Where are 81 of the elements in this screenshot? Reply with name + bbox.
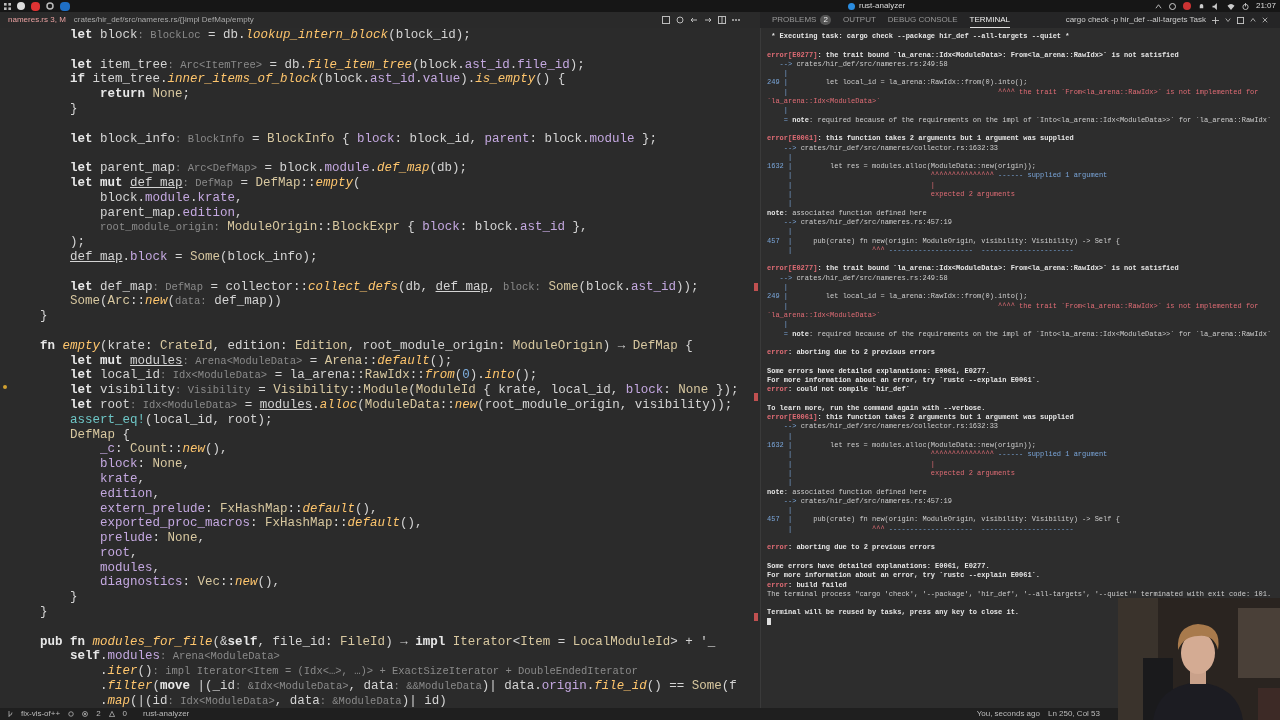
count-badge: 2: [820, 15, 831, 25]
code-line: Some(Arc::new(data: def_map)): [69, 294, 282, 310]
record-icon[interactable]: [1182, 2, 1191, 10]
code-line: krate,: [99, 471, 146, 487]
code-line: let block: BlockLoc = db.lookup_intern_block(block_id);: [69, 28, 471, 43]
window-title: rust-analyzer: [859, 2, 906, 10]
code-line: let root: Idx<ModuleData> = modules.alloc(ModuleData::new(root_module_origin, visibility));: [69, 397, 733, 413]
cursor-position[interactable]: Ln 250, Col 53: [1047, 710, 1100, 718]
code-line: edition,: [99, 486, 161, 502]
arrow-left-icon[interactable]: [690, 16, 698, 24]
power-icon[interactable]: [1241, 2, 1249, 10]
chevron-up-icon[interactable]: [1154, 2, 1162, 10]
scrollbar-marker: [754, 613, 758, 621]
terminal-cursor: [767, 617, 771, 625]
split-editor-icon[interactable]: [718, 16, 726, 24]
warning-count[interactable]: 0: [122, 710, 128, 718]
code-line: .iter(): impl Iterator<Item = (Idx<…>, …)> + ExactSizeIterator + DoubleEndedIterator: [99, 664, 638, 680]
plus-icon[interactable]: [1212, 16, 1219, 24]
code-line: }: [69, 590, 78, 606]
git-blame[interactable]: You, seconds ago: [976, 710, 1040, 718]
code-line: parent_map.edition,: [99, 205, 243, 221]
code-line: }: [69, 102, 78, 117]
warning-icon[interactable]: [108, 711, 115, 717]
chevron-up-icon[interactable]: [1250, 17, 1256, 23]
chevron-down-icon[interactable]: [1225, 17, 1231, 23]
scrollbar-marker: [754, 393, 758, 401]
panel-tab[interactable]: OUTPUT: [842, 12, 876, 28]
code-line: diagnostics: Vec::new(),: [99, 575, 281, 591]
code-line: pub fn modules_for_file(&self, file_id: FileId) → impl Iterator<Item = LocalModuleId> + '_: [39, 634, 716, 650]
app-icon[interactable]: [31, 1, 40, 11]
code-line: fn empty(krate: CrateId, edition: Edition, root_module_origin: ModuleOrigin) → DefMap {: [39, 338, 693, 354]
editor-app-icon[interactable]: [60, 1, 70, 11]
code-line: let item_tree: Arc<ItemTree> = db.file_item_tree(block.ast_id.file_id);: [69, 57, 585, 73]
code-line: let parent_map: Arc<DefMap> = block.module.def_map(db);: [69, 161, 468, 176]
branch-icon[interactable]: [8, 711, 13, 717]
breadcrumb[interactable]: crates/hir_def/src/nameres.rs/{}impl DefMap/empty: [73, 16, 254, 24]
code-line: );: [69, 235, 86, 250]
code-line: prelude: None,: [99, 531, 206, 546]
code-line: extern_prelude: FxHashMap::default(),: [99, 501, 378, 517]
code-line: _c: Count::new(),: [99, 442, 228, 458]
code-line: return None;: [99, 87, 191, 102]
code-line: if item_tree.inner_items_of_block(block.ast_id.value).is_empty() {: [69, 72, 566, 88]
code-line: .filter(move |(_id: &Idx<ModuleData>, data: &&ModuleData)| data.origin.file_id() == Some(f: [99, 679, 737, 694]
error-count[interactable]: 2: [96, 710, 101, 718]
panel-tab[interactable]: PROBLEMS: [772, 12, 817, 28]
arrow-right-icon[interactable]: [704, 16, 712, 24]
code-line: block.module.krate,: [99, 190, 243, 206]
code-line: .map(|(id: Idx<ModuleData>, data: &ModuleData)| id): [99, 693, 447, 708]
code-line: DefMap {: [69, 427, 131, 443]
volume-icon[interactable]: [1211, 2, 1220, 10]
code-line: assert_eq!(local_id, root);: [69, 412, 273, 428]
wifi-icon[interactable]: [1226, 2, 1235, 10]
code-line: let mut def_map: DefMap = DefMap::empty(: [69, 175, 361, 191]
change-marker: [3, 385, 7, 389]
code-line: let def_map: DefMap = collector::collect_defs(db, def_map, block: Some(block.ast_id));: [69, 279, 699, 295]
code-line: let visibility: Visibility = Visibility::Module(ModuleId { krate, local_id, block: None });: [69, 383, 739, 398]
code-line: root,: [99, 545, 138, 561]
language-server-status[interactable]: rust-analyzer: [143, 710, 190, 718]
code-line: modules,: [99, 560, 161, 576]
branch-name[interactable]: fix-vis-of++: [21, 710, 61, 718]
code-line: }: [39, 605, 48, 620]
panel-tab[interactable]: DEBUG CONSOLE: [887, 12, 958, 28]
close-icon[interactable]: [1262, 17, 1268, 23]
editor-tab[interactable]: nameres.rs 3, M: [8, 16, 66, 24]
task-selector[interactable]: cargo check -p hir_def --all-targets Task: [1065, 16, 1206, 24]
apps-icon[interactable]: [4, 2, 11, 10]
error-icon[interactable]: [82, 711, 89, 717]
code-line: }: [39, 309, 48, 324]
editor-logo-icon: [848, 2, 855, 10]
code-line: exported_proc_macros: FxHashMap::default(),: [99, 516, 423, 532]
code-line: let local_id: Idx<ModuleData> = la_arena::RawIdx::from(0).into();: [69, 368, 538, 384]
code-line: def_map.block = Some(block_info);: [69, 249, 318, 265]
code-line: root_module_origin: ModuleOrigin::BlockExpr { block: block.ast_id },: [99, 220, 588, 236]
compare-icon[interactable]: [662, 16, 670, 24]
clock: 21:07: [1255, 2, 1276, 10]
split-terminal-icon[interactable]: [1237, 16, 1244, 24]
code-line: let mut modules: Arena<ModuleData> = Arena::default();: [69, 353, 453, 369]
code-line: let block_info: BlockInfo = BlockInfo { block: block_id, parent: block.module };: [69, 131, 658, 147]
code-line: block: None,: [99, 457, 191, 472]
code-line: self.modules: Arena<ModuleData>: [69, 649, 280, 665]
scrollbar-marker: [754, 283, 758, 291]
